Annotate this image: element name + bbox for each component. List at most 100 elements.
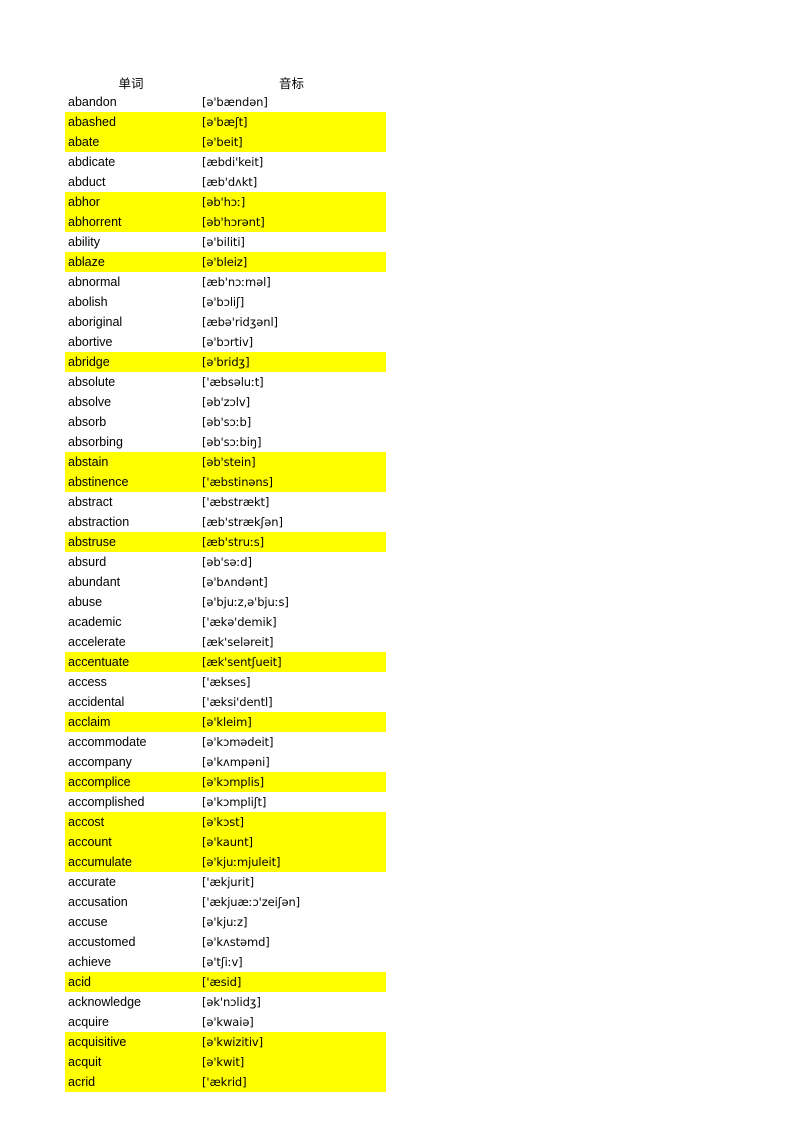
table-row: achieve [ə'tʃiːv] bbox=[65, 952, 386, 972]
cell-ipa: ['æksi'dentl] bbox=[197, 692, 386, 712]
cell-word: abhor bbox=[65, 192, 197, 212]
cell-ipa: [æk'seləreit] bbox=[197, 632, 386, 652]
cell-ipa: [ə'bændən] bbox=[197, 92, 386, 112]
cell-word: acquisitive bbox=[65, 1032, 197, 1052]
table-row: abolish [ə'bɔliʃ] bbox=[65, 292, 386, 312]
cell-ipa: [æb'nɔːməl] bbox=[197, 272, 386, 292]
cell-word: acquire bbox=[65, 1012, 197, 1032]
cell-word: acquit bbox=[65, 1052, 197, 1072]
cell-ipa: [əb'sɔːb] bbox=[197, 412, 386, 432]
cell-ipa: ['ækə'demik] bbox=[197, 612, 386, 632]
cell-ipa: [æbdi'keit] bbox=[197, 152, 386, 172]
cell-word: accustomed bbox=[65, 932, 197, 952]
cell-word: aboriginal bbox=[65, 312, 197, 332]
cell-word: accomplice bbox=[65, 772, 197, 792]
cell-ipa: [əb'stein] bbox=[197, 452, 386, 472]
column-header-ipa: 音标 bbox=[197, 68, 386, 92]
table-row: acquit [ə'kwit] bbox=[65, 1052, 386, 1072]
table-row: accost [ə'kɔst] bbox=[65, 812, 386, 832]
table-row: accidental ['æksi'dentl] bbox=[65, 692, 386, 712]
cell-word: acknowledge bbox=[65, 992, 197, 1012]
cell-word: abstruse bbox=[65, 532, 197, 552]
cell-ipa: [ə'bɔliʃ] bbox=[197, 292, 386, 312]
cell-word: ability bbox=[65, 232, 197, 252]
cell-word: accelerate bbox=[65, 632, 197, 652]
table-header: 单词 音标 bbox=[65, 68, 386, 92]
cell-word: abstraction bbox=[65, 512, 197, 532]
table-row: abnormal [æb'nɔːməl] bbox=[65, 272, 386, 292]
cell-ipa: [ə'kɔmpliʃt] bbox=[197, 792, 386, 812]
cell-word: abolish bbox=[65, 292, 197, 312]
table-row: abstruse [æb'struːs] bbox=[65, 532, 386, 552]
cell-word: accompany bbox=[65, 752, 197, 772]
cell-word: absorbing bbox=[65, 432, 197, 452]
cell-ipa: ['æbsəluːt] bbox=[197, 372, 386, 392]
table-row: aboriginal [æbə'ridʒənl] bbox=[65, 312, 386, 332]
cell-word: absurd bbox=[65, 552, 197, 572]
cell-word: absolve bbox=[65, 392, 197, 412]
cell-ipa: ['æsid] bbox=[197, 972, 386, 992]
cell-ipa: [ə'kʌmpəni] bbox=[197, 752, 386, 772]
cell-word: accidental bbox=[65, 692, 197, 712]
table-row: accustomed [ə'kʌstəmd] bbox=[65, 932, 386, 952]
cell-ipa: [ə'tʃiːv] bbox=[197, 952, 386, 972]
table-row: academic ['ækə'demik] bbox=[65, 612, 386, 632]
cell-ipa: [ə'kɔst] bbox=[197, 812, 386, 832]
cell-ipa: [ə'kleim] bbox=[197, 712, 386, 732]
cell-ipa: [ə'kjuːz] bbox=[197, 912, 386, 932]
cell-word: abandon bbox=[65, 92, 197, 112]
cell-word: accost bbox=[65, 812, 197, 832]
table-row: acclaim [ə'kleim] bbox=[65, 712, 386, 732]
table-row: accelerate [æk'seləreit] bbox=[65, 632, 386, 652]
table-row: abundant [ə'bʌndənt] bbox=[65, 572, 386, 592]
table-row: absolve [əb'zɔlv] bbox=[65, 392, 386, 412]
table-row: abridge [ə'bridʒ] bbox=[65, 352, 386, 372]
table-row: acquisitive [ə'kwizitiv] bbox=[65, 1032, 386, 1052]
table-row: abduct [æb'dʌkt] bbox=[65, 172, 386, 192]
cell-ipa: [ə'bʌndənt] bbox=[197, 572, 386, 592]
cell-ipa: [ə'kwit] bbox=[197, 1052, 386, 1072]
cell-ipa: [əb'hɔrənt] bbox=[197, 212, 386, 232]
cell-word: acclaim bbox=[65, 712, 197, 732]
cell-ipa: [əb'zɔlv] bbox=[197, 392, 386, 412]
table-row: account [ə'kaunt] bbox=[65, 832, 386, 852]
cell-word: accuse bbox=[65, 912, 197, 932]
table-row: acquire [ə'kwaiə] bbox=[65, 1012, 386, 1032]
cell-word: ablaze bbox=[65, 252, 197, 272]
table-row: accomplished [ə'kɔmpliʃt] bbox=[65, 792, 386, 812]
cell-word: abstain bbox=[65, 452, 197, 472]
cell-ipa: [ə'kʌstəmd] bbox=[197, 932, 386, 952]
cell-ipa: [ə'kɔmplis] bbox=[197, 772, 386, 792]
cell-ipa: ['ækjurit] bbox=[197, 872, 386, 892]
table-row: accurate ['ækjurit] bbox=[65, 872, 386, 892]
table-row: abstraction [æb'strækʃən] bbox=[65, 512, 386, 532]
cell-ipa: [æbə'ridʒənl] bbox=[197, 312, 386, 332]
cell-word: abstract bbox=[65, 492, 197, 512]
header-row: 单词 音标 bbox=[65, 68, 386, 92]
cell-word: abuse bbox=[65, 592, 197, 612]
table-row: accompany [ə'kʌmpəni] bbox=[65, 752, 386, 772]
cell-word: abashed bbox=[65, 112, 197, 132]
cell-ipa: [ə'bjuːz,ə'bjuːs] bbox=[197, 592, 386, 612]
cell-word: abnormal bbox=[65, 272, 197, 292]
cell-word: achieve bbox=[65, 952, 197, 972]
cell-ipa: [æk'sentʃueit] bbox=[197, 652, 386, 672]
table-row: abashed [ə'bæʃt] bbox=[65, 112, 386, 132]
table-row: absorbing [əb'sɔːbiŋ] bbox=[65, 432, 386, 452]
cell-word: abdicate bbox=[65, 152, 197, 172]
table-row: accentuate [æk'sentʃueit] bbox=[65, 652, 386, 672]
cell-word: accurate bbox=[65, 872, 197, 892]
table-row: accusation ['ækjuæːɔ'zeiʃən] bbox=[65, 892, 386, 912]
table-row: abuse [ə'bjuːz,ə'bjuːs] bbox=[65, 592, 386, 612]
cell-ipa: [əb'hɔː] bbox=[197, 192, 386, 212]
table-row: acid ['æsid] bbox=[65, 972, 386, 992]
cell-ipa: [ə'kjuːmjuleit] bbox=[197, 852, 386, 872]
cell-word: acrid bbox=[65, 1072, 197, 1092]
cell-ipa: [ə'kaunt] bbox=[197, 832, 386, 852]
cell-word: abate bbox=[65, 132, 197, 152]
cell-ipa: ['ækrid] bbox=[197, 1072, 386, 1092]
cell-word: absorb bbox=[65, 412, 197, 432]
cell-word: accumulate bbox=[65, 852, 197, 872]
cell-word: acid bbox=[65, 972, 197, 992]
cell-word: accentuate bbox=[65, 652, 197, 672]
